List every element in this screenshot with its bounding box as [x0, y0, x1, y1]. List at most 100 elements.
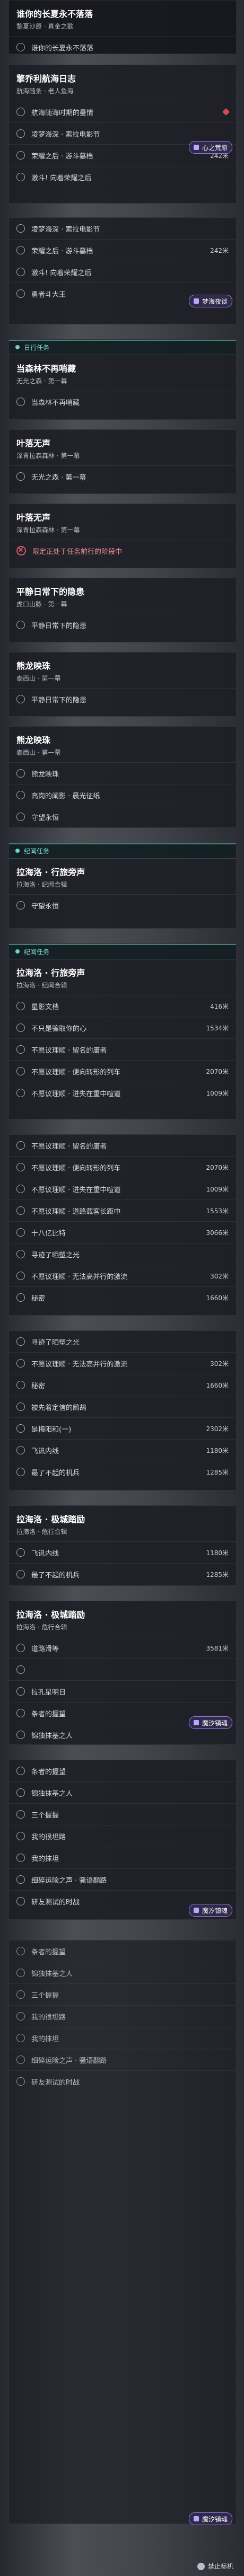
- region-badge[interactable]: 心之荒原: [188, 141, 232, 154]
- quest-step[interactable]: 秘密 1660米: [9, 1287, 236, 1308]
- quest-step[interactable]: 荣耀之后 · 游斗墓档 242米: [9, 240, 236, 261]
- quest-step[interactable]: 不只是骗取你的心 1534米: [9, 1017, 236, 1039]
- step-label: 不只是骗取你的心: [31, 1025, 87, 1033]
- quest-step[interactable]: 不愿议理顺 · 道路载客长距中 1553米: [9, 1200, 236, 1222]
- quest-title: 平静日常下的隐患: [16, 587, 85, 597]
- step-label: 寻迹了晒塑之光: [31, 1251, 80, 1259]
- quest-step[interactable]: 不愿议理顺 · 留名的庸者: [9, 1039, 236, 1061]
- quest-step[interactable]: 研友测试的时战: [9, 2071, 236, 2092]
- distance: 416米: [210, 1002, 229, 1010]
- quest-step[interactable]: 我的抹坦: [9, 2027, 236, 2049]
- quest-step[interactable]: 凌梦海深 · 索拉电影节: [9, 218, 236, 240]
- quest-step[interactable]: 谁你的长夏永不落落: [9, 37, 236, 58]
- quest-step[interactable]: 拉孔星明日: [9, 1681, 236, 1702]
- quest-step[interactable]: 是梅阳和(一) 2302米: [9, 1418, 236, 1440]
- quest-step-warning[interactable]: 限定正处于任务前行的阶段中: [9, 540, 236, 561]
- region-badge[interactable]: 魔汐镇魂: [188, 1716, 232, 1729]
- quest-step[interactable]: 平静日常下的隐患: [9, 689, 236, 710]
- quest-step[interactable]: 不愿议理顺 · 进失在重中喧道 1009米: [9, 1178, 236, 1200]
- step-label: 守望永恒: [31, 902, 59, 911]
- quest-step[interactable]: 守望永恒: [9, 806, 236, 827]
- quest-title-block: 平静日常下的隐患 虎口山脉 · 第一幕: [9, 578, 236, 614]
- quest-title: 拉海洛 · 极城踏励: [16, 1514, 85, 1524]
- quest-step[interactable]: 航海随海时期的曼情: [9, 101, 236, 123]
- location-pin-icon: [222, 108, 230, 116]
- quest-step[interactable]: 飞讯内线 1180米: [9, 1440, 236, 1461]
- quest-step[interactable]: 被先着定信的鹧鸪: [9, 1396, 236, 1418]
- quest-title-block: 叶落无声 深青拉森森林 · 第一幕: [9, 430, 236, 466]
- quest-step[interactable]: 三个握握: [9, 1804, 236, 1825]
- step-circle-icon: [16, 289, 25, 298]
- step-label: 被先着定信的鹧鸪: [31, 1404, 87, 1412]
- quest-subtitle: 无光之森 · 第一幕: [16, 377, 67, 385]
- quest-step[interactable]: 条者的握望: [9, 1760, 236, 1782]
- step-label: 不愿议理顺 · 道路载客长距中: [31, 1207, 121, 1216]
- quest-step[interactable]: [9, 1659, 236, 1681]
- quest-step[interactable]: 不愿议理顺 · 便向转形的列车 2070米: [9, 1157, 236, 1178]
- quest-step[interactable]: 不愿议理顺 · 无法高并行的激流 302米: [9, 1265, 236, 1287]
- step-circle-icon: [16, 246, 25, 254]
- watermark: 禁止标机: [197, 2562, 233, 2571]
- distance: 1009米: [206, 1089, 229, 1097]
- quest-step[interactable]: 三个握握: [9, 1984, 236, 2006]
- quest-step[interactable]: 无光之森 · 第一幕: [9, 466, 236, 487]
- distance: 3581米: [206, 1644, 229, 1652]
- quest-step[interactable]: 我的抹坦: [9, 1847, 236, 1869]
- distance: 242米: [210, 246, 229, 254]
- quest-subtitle: 泰西山 · 第一幕: [16, 675, 61, 682]
- quest-step[interactable]: 秘密 1660米: [9, 1374, 236, 1396]
- quest-step[interactable]: 最了不起的机兵 1285米: [9, 1461, 236, 1483]
- quest-step[interactable]: 细碎运险之声 · 骚语翻路: [9, 1869, 236, 1891]
- quest-step[interactable]: 寻迹了晒塑之光: [9, 1243, 236, 1265]
- quest-step[interactable]: 我的很坦路: [9, 1825, 236, 1847]
- step-circle-icon: [16, 769, 25, 778]
- step-circle-icon: [16, 268, 25, 276]
- quest-step[interactable]: 激斗! 向着荣耀之后: [9, 166, 236, 188]
- quest-list-16: 条者的握望 锦独抹基之人 三个握握 我的很坦路 我的抹坦 细碎运险之声 · 骚语…: [8, 1760, 237, 1920]
- quest-step[interactable]: 不愿议理顺 · 便向转形的列车 2070米: [9, 1061, 236, 1082]
- quest-step[interactable]: 激斗! 向着荣耀之后: [9, 261, 236, 283]
- step-circle-icon: [16, 1272, 25, 1280]
- distance: 1660米: [206, 1294, 229, 1302]
- badge-label: 魔汐镇魂: [202, 1719, 228, 1727]
- region-badge[interactable]: 魔汐镇魂: [188, 1904, 232, 1917]
- quest-step[interactable]: 寻迹了晒塑之光: [9, 1331, 236, 1353]
- step-circle-icon: [16, 1788, 25, 1797]
- quest-step[interactable]: 细碎运险之声 · 骚语翻路: [9, 2049, 236, 2071]
- quest-step[interactable]: 最了不起的机兵 1285米: [9, 1564, 236, 1585]
- section-title: 日行任务: [24, 343, 50, 351]
- step-circle-icon: [16, 2012, 25, 2021]
- quest-title-block: 熊龙映珠 泰西山 · 第一幕: [9, 727, 236, 763]
- region-badge[interactable]: 魔汐镇魂: [188, 2512, 232, 2525]
- section-header: 纪闻任务: [9, 944, 236, 959]
- quest-step[interactable]: 条者的握望: [9, 1940, 236, 1962]
- quest-step[interactable]: 平静日常下的隐患: [9, 614, 236, 636]
- quest-step[interactable]: 道路滑等 3581米: [9, 1637, 236, 1659]
- quest-step[interactable]: 守望永恒: [9, 895, 236, 916]
- distance: 1285米: [206, 1571, 229, 1578]
- step-label: 锦独抹基之人: [31, 1789, 73, 1798]
- quest-step[interactable]: 星影文档 416米: [9, 995, 236, 1017]
- quest-title: 熊龙映珠: [16, 735, 51, 745]
- quest-step[interactable]: 锦独抹基之人: [9, 1962, 236, 1984]
- step-label: 荣耀之后 · 游斗墓档: [31, 152, 93, 161]
- quest-step[interactable]: 当森林不再哨藏: [9, 391, 236, 412]
- distance: 1660米: [206, 1381, 229, 1389]
- step-label: 平静日常下的隐患: [31, 696, 87, 704]
- quest-step[interactable]: 十八亿比特 3066米: [9, 1222, 236, 1243]
- quest-block-6: 叶落无声 深青拉森森林 · 第一幕 限定正处于任务前行的阶段中: [8, 504, 237, 568]
- quest-step[interactable]: 飞讯内线 1180米: [9, 1542, 236, 1564]
- quest-step[interactable]: 不愿议理顺 · 进失在重中喧道 1009米: [9, 1082, 236, 1104]
- quest-step[interactable]: 我的很坦路: [9, 2006, 236, 2027]
- quest-step[interactable]: 高岗的阐影 · 晨光征纸: [9, 784, 236, 806]
- region-badge[interactable]: 梦海夜谈: [188, 295, 232, 307]
- quest-step[interactable]: 熊龙映珠: [9, 763, 236, 784]
- quest-step[interactable]: 不愿议理顺 · 无法高并行的激流 302米: [9, 1353, 236, 1374]
- quest-title-block: 叶落无声 深青拉森森林 · 第一幕: [9, 504, 236, 540]
- quest-step[interactable]: 不愿议理顺 · 留名的庸者: [9, 1135, 236, 1157]
- quest-step[interactable]: 锦独抹基之人: [9, 1782, 236, 1804]
- step-circle-icon: [16, 1990, 25, 1999]
- watermark-icon: [197, 2562, 205, 2570]
- step-label: 不愿议理顺 · 进失在重中喧道: [31, 1090, 121, 1098]
- step-circle-icon: [16, 1570, 25, 1578]
